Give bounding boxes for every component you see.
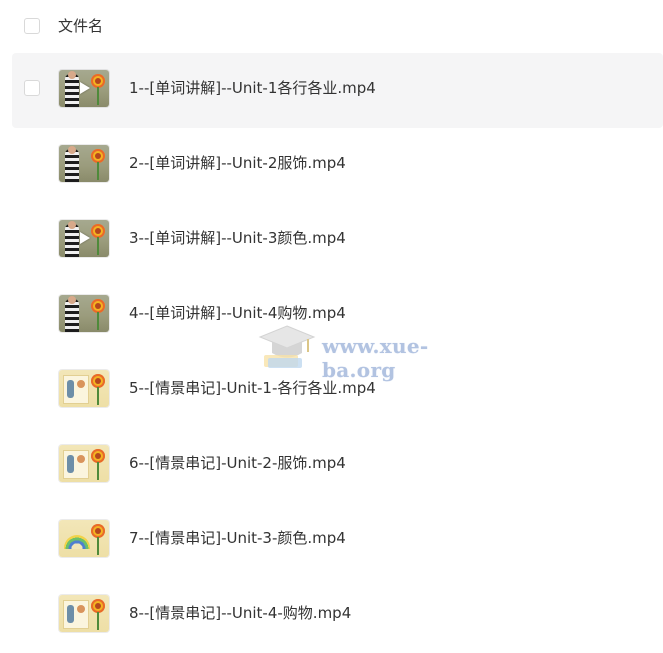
file-name[interactable]: 1--[单词讲解]--Unit-1各行各业.mp4 (129, 78, 376, 98)
flower-stem (97, 237, 99, 255)
flower-stem (97, 162, 99, 180)
file-list: 1--[单词讲解]--Unit-1各行各业.mp4 2--[单词讲解]--Uni… (12, 53, 663, 653)
video-thumbnail[interactable] (59, 295, 109, 332)
file-row[interactable]: 2--[单词讲解]--Unit-2服饰.mp4 (12, 128, 663, 203)
video-thumbnail[interactable] (59, 370, 109, 407)
flower-stem (97, 312, 99, 330)
file-name[interactable]: 4--[单词讲解]--Unit-4购物.mp4 (129, 303, 346, 323)
teacher-figure (65, 71, 79, 107)
video-thumbnail[interactable] (59, 220, 109, 257)
teacher-figure (65, 296, 79, 332)
flower-stem (97, 462, 99, 480)
file-row[interactable]: 7--[情景串记]-Unit-3-颜色.mp4 (12, 503, 663, 578)
flower-stem (97, 387, 99, 405)
file-name[interactable]: 3--[单词讲解]--Unit-3颜色.mp4 (129, 228, 346, 248)
rainbow-icon (64, 535, 90, 549)
scene-board (63, 450, 89, 479)
file-row[interactable]: 3--[单词讲解]--Unit-3颜色.mp4 (12, 203, 663, 278)
row-checkbox[interactable] (24, 80, 40, 96)
video-thumbnail[interactable] (59, 520, 109, 557)
file-name[interactable]: 6--[情景串记]-Unit-2-服饰.mp4 (129, 453, 346, 473)
file-list-header: 文件名 (0, 0, 663, 52)
file-name[interactable]: 2--[单词讲解]--Unit-2服饰.mp4 (129, 153, 346, 173)
flower-stem (97, 537, 99, 555)
play-icon (80, 232, 90, 244)
scene-board (63, 600, 89, 629)
flower-stem (97, 612, 99, 630)
video-thumbnail[interactable] (59, 145, 109, 182)
select-all-checkbox[interactable] (24, 18, 40, 34)
teacher-figure (65, 146, 79, 182)
file-name[interactable]: 8--[情景串记]--Unit-4-购物.mp4 (129, 603, 351, 623)
file-row[interactable]: 5--[情景串记]-Unit-1-各行各业.mp4 (12, 353, 663, 428)
flower-stem (97, 87, 99, 105)
flower-icon (91, 374, 105, 388)
file-name[interactable]: 5--[情景串记]-Unit-1-各行各业.mp4 (129, 378, 376, 398)
flower-icon (91, 449, 105, 463)
teacher-figure (65, 221, 79, 257)
file-row[interactable]: 1--[单词讲解]--Unit-1各行各业.mp4 (12, 53, 663, 128)
flower-icon (91, 224, 105, 238)
file-row[interactable]: 6--[情景串记]-Unit-2-服饰.mp4 (12, 428, 663, 503)
flower-icon (91, 599, 105, 613)
flower-icon (91, 299, 105, 313)
flower-icon (91, 74, 105, 88)
file-name[interactable]: 7--[情景串记]-Unit-3-颜色.mp4 (129, 528, 346, 548)
play-icon (80, 82, 90, 94)
scene-board (63, 375, 89, 404)
video-thumbnail[interactable] (59, 595, 109, 632)
flower-icon (91, 524, 105, 538)
flower-icon (91, 149, 105, 163)
file-row[interactable]: 4--[单词讲解]--Unit-4购物.mp4 (12, 278, 663, 353)
file-row[interactable]: 8--[情景串记]--Unit-4-购物.mp4 (12, 578, 663, 653)
video-thumbnail[interactable] (59, 70, 109, 107)
video-thumbnail[interactable] (59, 445, 109, 482)
filename-column-header[interactable]: 文件名 (58, 16, 103, 36)
